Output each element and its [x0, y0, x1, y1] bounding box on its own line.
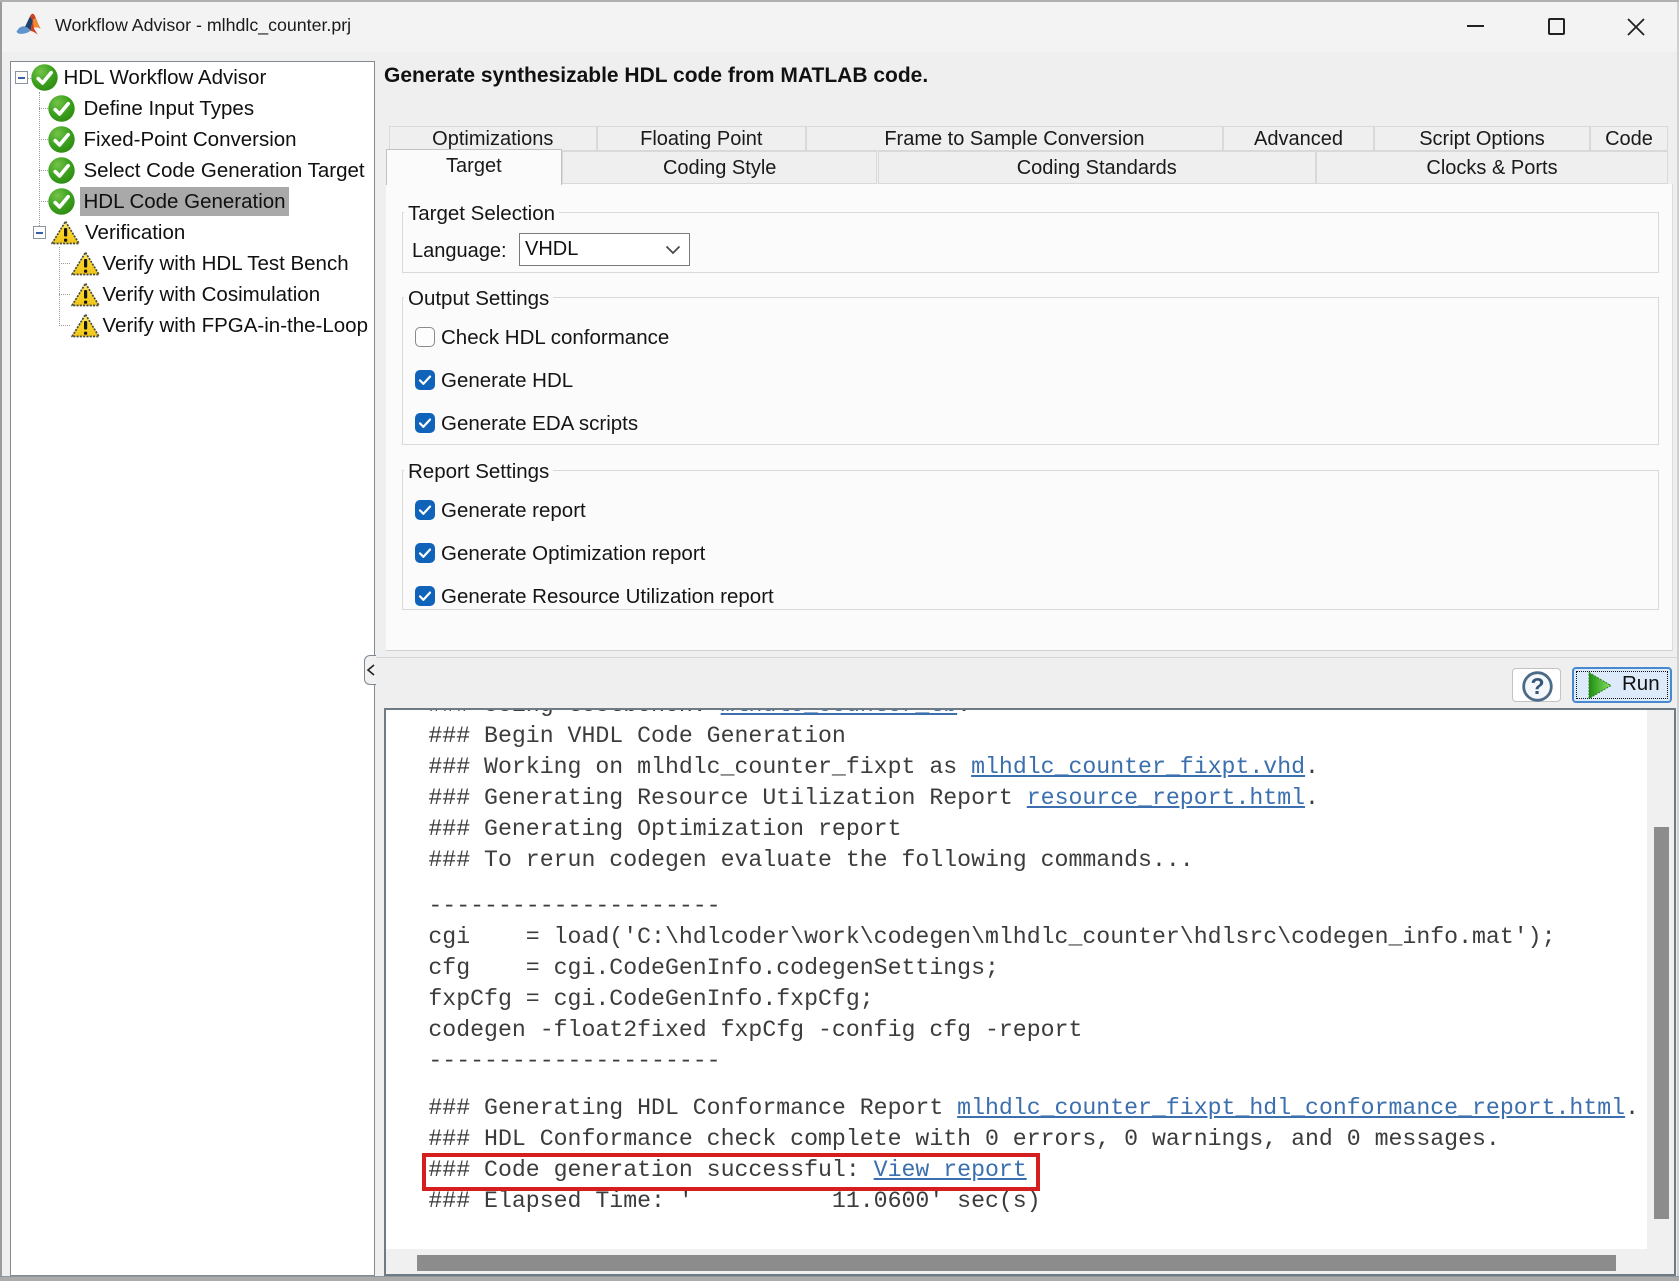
- svg-text:?: ?: [1530, 673, 1544, 699]
